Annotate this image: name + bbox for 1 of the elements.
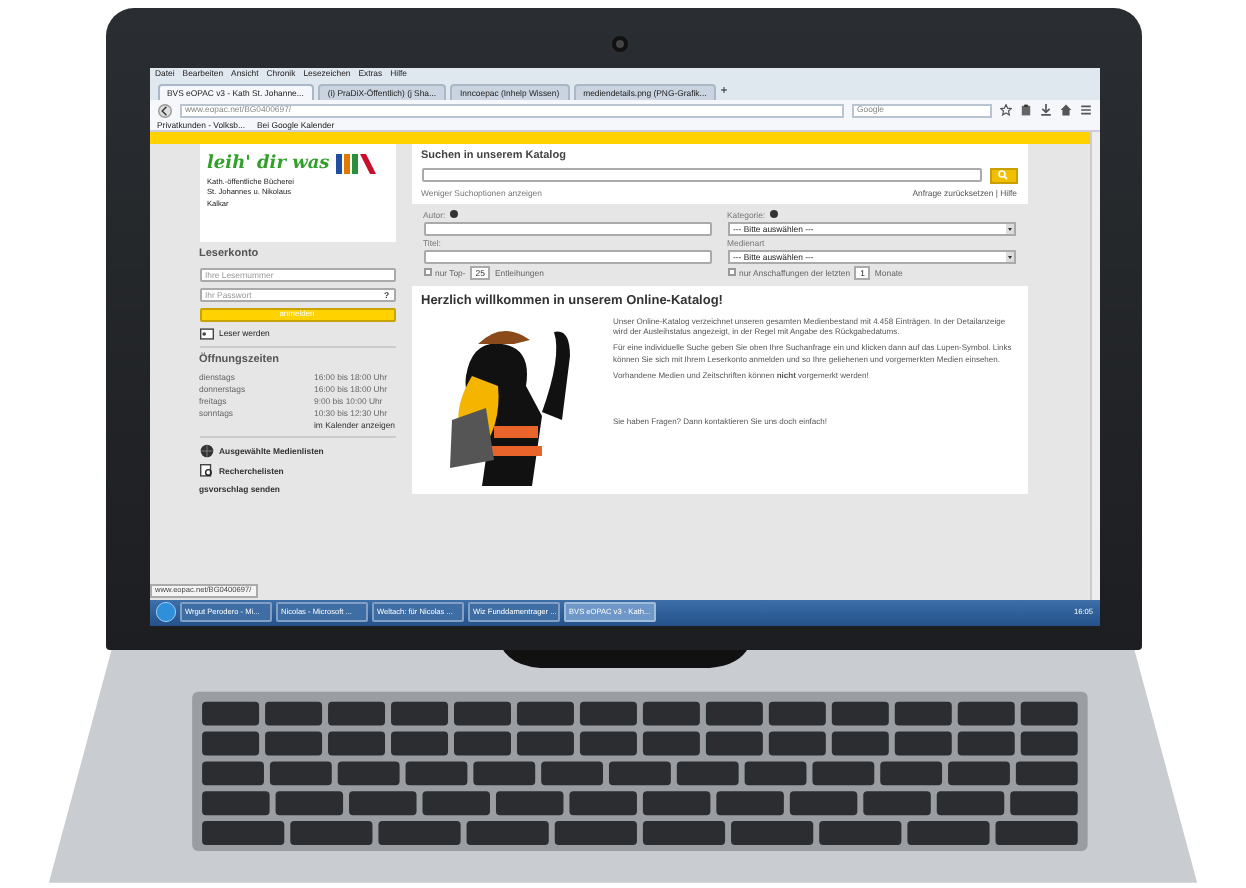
- logo-text: leih' dir was: [207, 154, 330, 176]
